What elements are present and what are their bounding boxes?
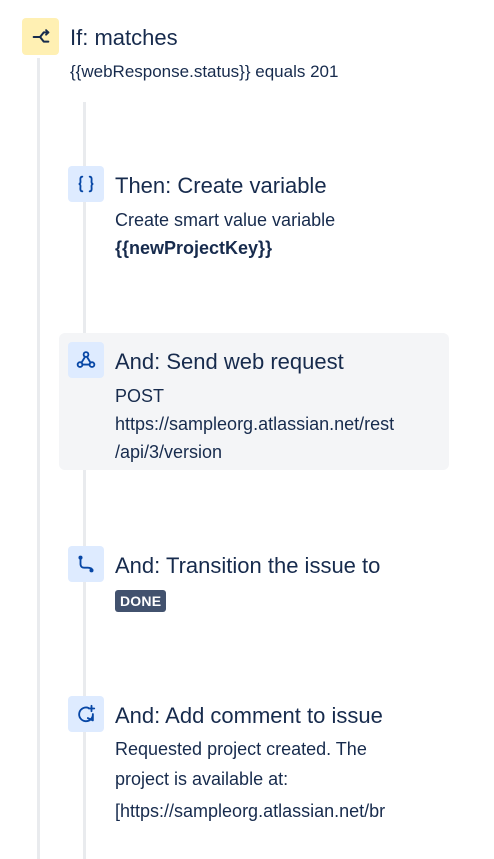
- outer-connector-line: [37, 58, 40, 859]
- step-title-send-web-request: And: Send web request: [115, 349, 344, 374]
- step-title-create-variable: Then: Create variable: [115, 173, 327, 198]
- step-variable-name: {{newProjectKey}}: [115, 238, 273, 258]
- step-title-add-comment: And: Add comment to issue: [115, 703, 383, 728]
- branch-icon: [22, 18, 59, 55]
- status-lozenge: DONE: [115, 590, 167, 612]
- curly-braces-icon: [68, 166, 104, 202]
- step-comment-line3: [https://sampleorg.atlassian.net/br: [115, 801, 386, 821]
- webhook-icon: [68, 342, 104, 378]
- step-comment-line1: Requested project created. The: [115, 739, 367, 759]
- condition-description: {{webResponse.status}} equals 201: [70, 62, 339, 81]
- step-request-url-line1: https://sampleorg.atlassian.net/rest: [115, 414, 395, 434]
- status-lozenge-wrapper: DONE: [115, 590, 167, 612]
- step-comment-line2: project is available at:: [115, 769, 289, 789]
- transition-icon: [68, 546, 104, 582]
- add-comment-icon: [68, 696, 104, 732]
- step-title-transition: And: Transition the issue to: [115, 553, 381, 578]
- step-desc-create-variable: Create smart value variable: [115, 210, 336, 230]
- automation-rule-canvas: If: matches {{webResponse.status}} equal…: [0, 0, 494, 859]
- step-request-url-line2: /api/3/version: [115, 442, 223, 462]
- step-request-method: POST: [115, 386, 165, 406]
- condition-title: If: matches: [70, 25, 178, 50]
